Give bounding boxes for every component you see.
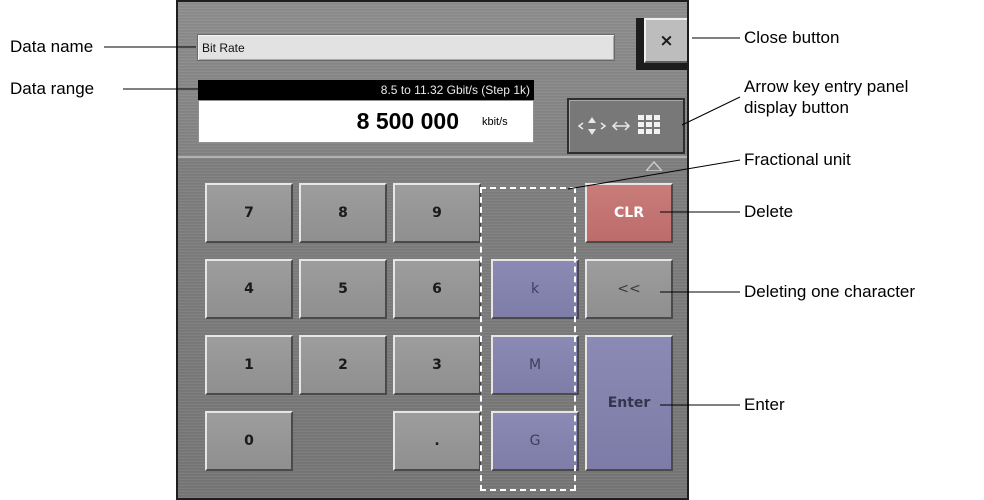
- key-decimal-point[interactable]: .: [393, 411, 481, 471]
- enter-button[interactable]: Enter: [585, 335, 673, 471]
- close-icon[interactable]: ×: [644, 18, 687, 63]
- close-button[interactable]: ×: [636, 18, 687, 70]
- callout-fractional-unit: Fractional unit: [744, 150, 851, 169]
- callout-data-name: Data name: [10, 37, 94, 56]
- data-name-field: Bit Rate: [197, 34, 615, 61]
- unit-key-g[interactable]: G: [491, 411, 579, 471]
- panel-notch: [646, 160, 662, 171]
- key-9[interactable]: 9: [393, 183, 481, 243]
- arrow-keys-icon: [577, 115, 660, 135]
- value-display: 8 500 000 kbit/s: [198, 100, 534, 143]
- empty-key-slot: [487, 183, 575, 243]
- backspace-button[interactable]: <<: [585, 259, 673, 319]
- callout-enter: Enter: [744, 395, 785, 414]
- key-2[interactable]: 2: [299, 335, 387, 395]
- unit-key-m[interactable]: M: [491, 335, 579, 395]
- key-0[interactable]: 0: [205, 411, 293, 471]
- key-8[interactable]: 8: [299, 183, 387, 243]
- callout-arrow-panel-line2: display button: [744, 98, 849, 117]
- arrow-key-panel-button[interactable]: [567, 98, 685, 154]
- key-6[interactable]: 6: [393, 259, 481, 319]
- value-unit: kbit/s: [482, 116, 508, 128]
- key-3[interactable]: 3: [393, 335, 481, 395]
- numeric-keypad-window: Bit Rate × 8.5 to 11.32 Gbit/s (Step 1k)…: [176, 0, 689, 500]
- callout-arrow-panel-line1: Arrow key entry panel: [744, 77, 909, 96]
- unit-key-k[interactable]: k: [491, 259, 579, 319]
- key-4[interactable]: 4: [205, 259, 293, 319]
- value-number: 8 500 000: [356, 108, 459, 134]
- callout-data-range: Data range: [10, 79, 95, 98]
- keypad-grid-icon: [638, 115, 660, 134]
- callout-delete-one-char: Deleting one character: [744, 282, 916, 301]
- key-5[interactable]: 5: [299, 259, 387, 319]
- key-1[interactable]: 1: [205, 335, 293, 395]
- key-7[interactable]: 7: [205, 183, 293, 243]
- clear-button[interactable]: CLR: [585, 183, 673, 243]
- data-range-label: 8.5 to 11.32 Gbit/s (Step 1k): [198, 80, 534, 100]
- callout-delete: Delete: [744, 202, 794, 221]
- callout-close-button: Close button: [744, 28, 840, 47]
